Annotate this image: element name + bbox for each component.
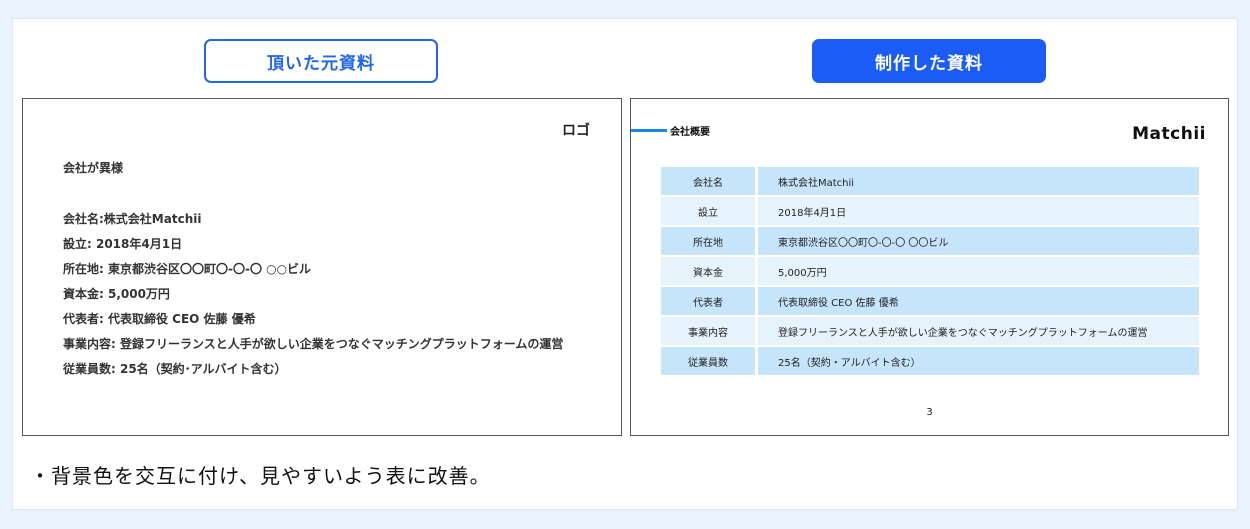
row-key: 所在地 (661, 227, 755, 255)
table-row: 設立 2018年4月1日 (661, 197, 1199, 225)
page-number: 3 (926, 407, 933, 418)
row-key: 事業内容 (661, 317, 755, 345)
original-slide: ロゴ 会社が異様 会社名:株式会社Matchii 設立: 2018年4月1日 所… (22, 98, 622, 436)
row-value: 2018年4月1日 (758, 197, 1199, 225)
improvement-note: ・背景色を交互に付け、見やすいよう表に改善。 (30, 464, 491, 488)
row-key: 資本金 (661, 257, 755, 285)
section-accent-bar (631, 129, 667, 132)
brand-logo: Matchii (1132, 124, 1206, 144)
table-row: 資本金 5,000万円 (661, 257, 1199, 285)
info-line: 従業員数: 25名（契約･アルバイト含む） (63, 362, 287, 376)
row-key: 従業員数 (661, 347, 755, 375)
table-row: 所在地 東京都渋谷区〇〇町〇-〇-〇 〇〇ビル (661, 227, 1199, 255)
row-value: 5,000万円 (758, 257, 1199, 285)
row-value: 株式会社Matchii (758, 167, 1199, 195)
created-slide: 会社概要 Matchii 会社名 株式会社Matchii 設立 2018年4月1… (630, 98, 1229, 436)
info-line: 代表者: 代表取締役 CEO 佐藤 優希 (63, 312, 256, 326)
section-title: 会社概要 (670, 127, 710, 138)
row-key: 会社名 (661, 167, 755, 195)
row-key: 代表者 (661, 287, 755, 315)
original-material-label: 頂いた元資料 (204, 39, 438, 83)
row-value: 代表取締役 CEO 佐藤 優希 (758, 287, 1199, 315)
table-row: 従業員数 25名（契約・アルバイト含む） (661, 347, 1199, 375)
original-heading: 会社が異様 (63, 161, 124, 175)
info-line: 設立: 2018年4月1日 (63, 237, 183, 251)
table-row: 代表者 代表取締役 CEO 佐藤 優希 (661, 287, 1199, 315)
row-value: 登録フリーランスと人手が欲しい企業をつなぐマッチングプラットフォームの運営 (758, 317, 1199, 345)
table-row: 会社名 株式会社Matchii (661, 167, 1199, 195)
info-line: 会社名:株式会社Matchii (63, 212, 202, 226)
created-material-label: 制作した資料 (812, 39, 1046, 83)
info-line: 資本金: 5,000万円 (63, 287, 170, 301)
company-info-table: 会社名 株式会社Matchii 設立 2018年4月1日 所在地 東京都渋谷区〇… (661, 165, 1199, 377)
logo-placeholder: ロゴ (562, 123, 590, 139)
original-info-list: 会社名:株式会社Matchii 設立: 2018年4月1日 所在地: 東京都渋谷… (63, 209, 563, 384)
table-row: 事業内容 登録フリーランスと人手が欲しい企業をつなぐマッチングプラットフォームの… (661, 317, 1199, 345)
info-line: 所在地: 東京都渋谷区〇〇町〇-〇-〇 ○○ビル (63, 262, 312, 276)
row-value: 東京都渋谷区〇〇町〇-〇-〇 〇〇ビル (758, 227, 1199, 255)
info-line: 事業内容: 登録フリーランスと人手が欲しい企業をつなぐマッチングプラットフォーム… (63, 337, 564, 351)
row-value: 25名（契約・アルバイト含む） (758, 347, 1199, 375)
row-key: 設立 (661, 197, 755, 225)
